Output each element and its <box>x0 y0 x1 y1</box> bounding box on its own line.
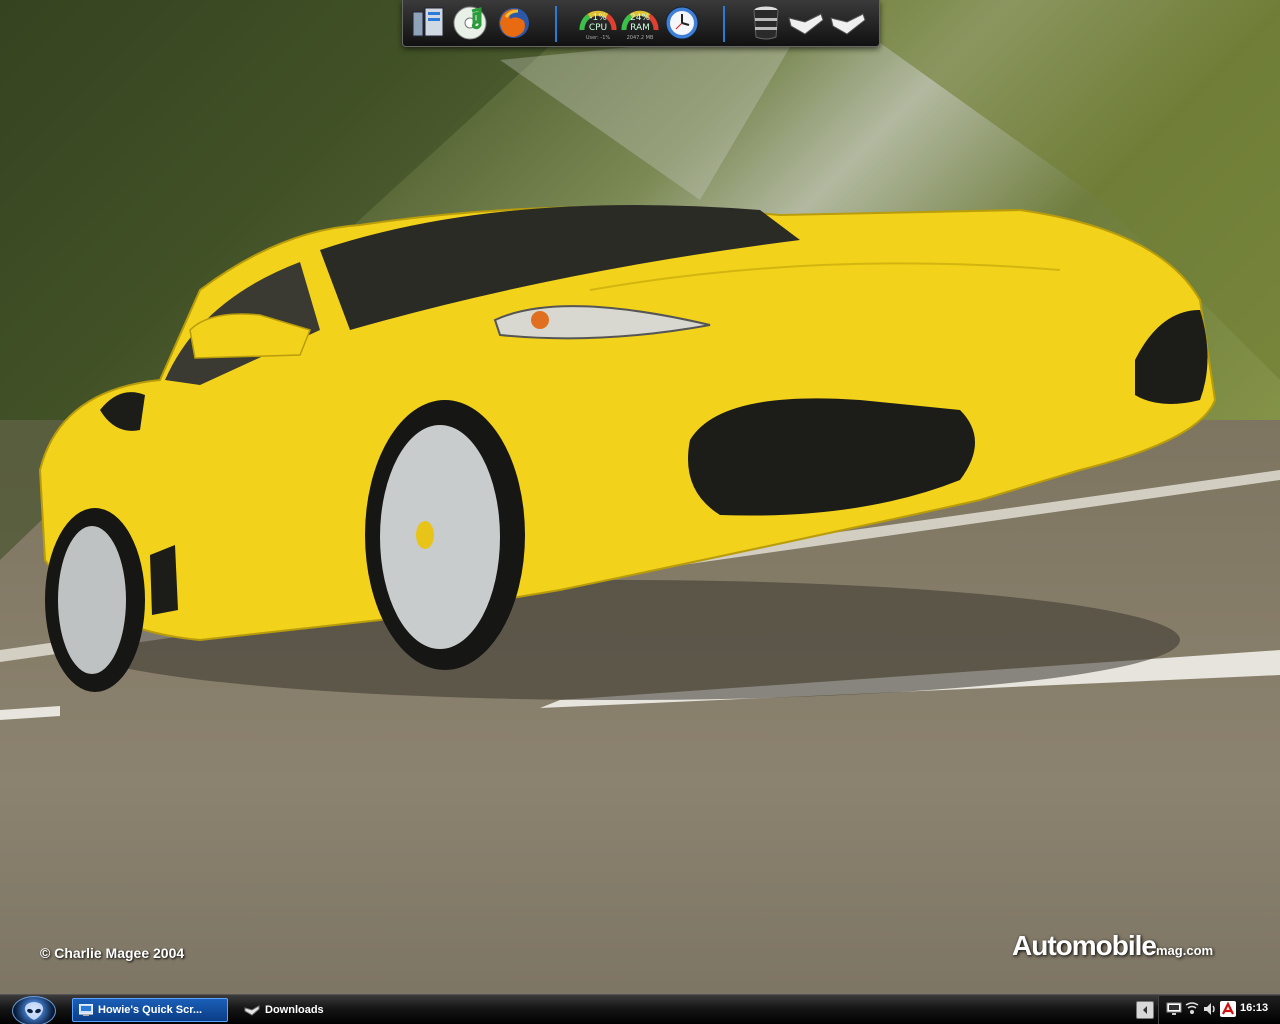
cpu-sub: User: -1% <box>585 35 611 41</box>
network-icon[interactable] <box>1184 1001 1200 1017</box>
folder-arrow-icon-1[interactable] <box>787 4 825 42</box>
brand-suffix-text: mag.com <box>1156 943 1214 958</box>
wallpaper-credit: © Charlie Magee 2004 <box>40 945 185 961</box>
cpu-percent: -1% <box>589 13 607 23</box>
ram-gauge[interactable]: 24% RAM 2047.2 MB <box>621 4 659 42</box>
taskbar-item-howies-quick-screenshot[interactable]: Howie's Quick Scr... <box>72 998 228 1022</box>
ram-label: RAM <box>630 23 650 33</box>
alien-head-icon <box>24 1002 44 1020</box>
wallpaper-brand-logo: Automobilemag.com <box>1012 930 1213 962</box>
screenshot-app-icon <box>79 1004 93 1016</box>
folder-arrow-icon-2[interactable] <box>829 4 867 42</box>
top-dock: -1% CPU User: -1% 24% RAM 2047.2 MB <box>402 0 880 47</box>
dock-separator <box>723 6 725 42</box>
brand-main-text: Automobile <box>1012 930 1157 961</box>
antivirus-icon[interactable] <box>1220 1001 1236 1017</box>
taskbar-clock[interactable]: 16:13 <box>1240 1002 1268 1014</box>
ram-percent: 24% <box>629 13 650 23</box>
taskbar-item-downloads[interactable]: Downloads <box>238 998 388 1022</box>
taskbar-item-label: Downloads <box>265 1004 324 1016</box>
folder-icon <box>244 1004 260 1016</box>
monitor-icon[interactable] <box>1166 1001 1182 1017</box>
dock-separator <box>555 6 557 42</box>
sound-icon[interactable] <box>1202 1001 1218 1017</box>
ram-sub: 2047.2 MB <box>626 35 654 41</box>
show-hidden-icons-arrow[interactable] <box>1136 1001 1154 1019</box>
desktop[interactable]: © Charlie Magee 2004 Automobilemag.com -… <box>0 0 1280 1024</box>
media-player-icon[interactable] <box>451 4 489 42</box>
cpu-label: CPU <box>588 23 608 33</box>
wallpaper-car-image <box>0 0 1280 720</box>
start-button[interactable] <box>12 996 56 1024</box>
recycle-bin-icon[interactable] <box>747 4 785 42</box>
taskbar-item-label: Howie's Quick Scr... <box>98 1004 203 1016</box>
network-drives-icon[interactable] <box>409 4 447 42</box>
clock-gadget-icon[interactable] <box>663 4 701 42</box>
firefox-icon[interactable] <box>495 4 533 42</box>
cpu-gauge[interactable]: -1% CPU User: -1% <box>579 4 617 42</box>
